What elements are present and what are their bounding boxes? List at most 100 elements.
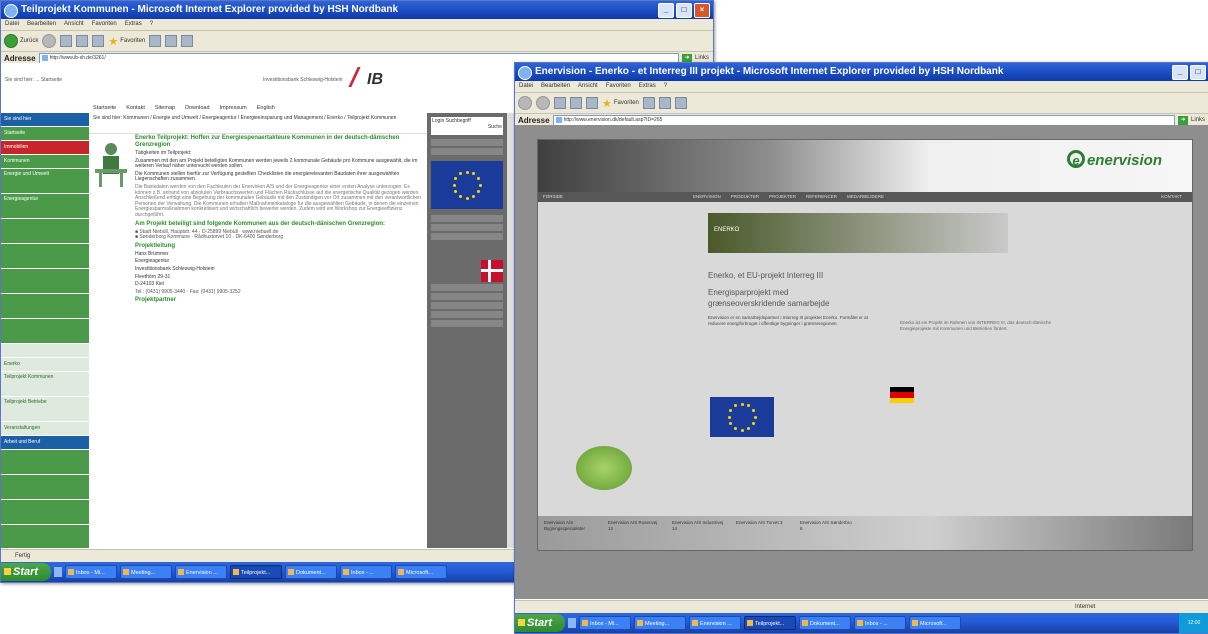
taskbar-item[interactable]: Inbox - Mi... (579, 616, 631, 630)
maximize-button[interactable]: □ (1190, 65, 1206, 80)
left-nav-item[interactable]: Kommunen (1, 155, 89, 169)
menu-edit[interactable]: Bearbeiten (541, 81, 570, 92)
right-panel-line[interactable] (431, 284, 503, 291)
back-button[interactable] (518, 96, 532, 110)
minimize-button[interactable]: _ (1172, 65, 1188, 80)
nav-kontakt[interactable]: KONTAKT (1161, 192, 1182, 202)
history-icon[interactable] (642, 97, 655, 109)
menu-view[interactable]: Ansicht (64, 19, 84, 30)
nav-sitemap[interactable]: Sitemap (155, 105, 175, 111)
nav-english[interactable]: English (257, 105, 275, 111)
back-button[interactable]: Zurück (4, 34, 38, 48)
nav-medarbejdere[interactable]: MEDARBEJDERE (847, 192, 884, 202)
nav-kontakt[interactable]: Kontakt (126, 105, 145, 111)
go-arrow-icon[interactable]: ➜ (1177, 115, 1188, 125)
mail-icon[interactable] (165, 35, 178, 47)
address-input[interactable]: http://www.enervision.dk/default.asp?ID=… (552, 114, 1175, 126)
mail-icon[interactable] (658, 97, 671, 109)
window2-titlebar[interactable]: Enervision - Enerko - et Interreg III pr… (515, 63, 1208, 81)
history-icon[interactable] (149, 35, 162, 47)
left-nav-item[interactable]: Startseite (1, 127, 89, 141)
taskbar-item[interactable]: Inbox - ... (854, 616, 906, 630)
taskbar-item[interactable]: Meeting... (634, 616, 686, 630)
refresh-icon[interactable] (76, 35, 89, 47)
nav-produkter[interactable]: PRODUKTER (731, 192, 759, 202)
left-nav-item[interactable]: Sie sind hier (1, 113, 89, 127)
minimize-button[interactable]: _ (658, 3, 674, 18)
left-nav-item[interactable] (1, 294, 89, 319)
left-nav-item-arbeit[interactable]: Arbeit und Beruf (1, 436, 89, 450)
menu-favorites[interactable]: Favoriten (92, 19, 117, 30)
quicklaunch-icon[interactable] (568, 618, 576, 628)
right-panel-line[interactable] (431, 293, 503, 300)
links-label[interactable]: Links (695, 55, 709, 61)
menu-tools[interactable]: Extras (125, 19, 142, 30)
left-nav-item-enerko[interactable]: Enerko (1, 358, 89, 372)
left-nav-item[interactable] (1, 500, 89, 525)
nav-referencer[interactable]: REFERENCER (806, 192, 837, 202)
left-nav-item[interactable] (1, 475, 89, 500)
left-nav-item[interactable] (1, 269, 89, 294)
nav-forside[interactable]: FORSIDE (543, 192, 563, 202)
favorites-button[interactable]: ★ Favoriten (602, 97, 639, 110)
menu-favorites[interactable]: Favoriten (606, 81, 631, 92)
print-icon[interactable] (181, 35, 194, 47)
start-button[interactable]: Start (515, 614, 565, 632)
taskbar-item[interactable]: Enervision ... (689, 616, 741, 630)
refresh-icon[interactable] (570, 97, 582, 109)
left-nav-item[interactable] (1, 450, 89, 475)
nav-projekter[interactable]: PROJEKTER (769, 192, 796, 202)
close-button[interactable]: × (694, 3, 710, 18)
taskbar-item[interactable]: Meeting... (120, 565, 172, 579)
favorites-button[interactable]: ★ Favoriten (108, 35, 145, 48)
taskbar-item-active[interactable]: Teilprojekt... (230, 565, 282, 579)
nav-enervision[interactable]: ENERVISION (693, 192, 721, 202)
right-panel-line[interactable] (431, 148, 503, 155)
right-panel-line[interactable] (431, 320, 503, 327)
search-button[interactable]: Suche (432, 124, 502, 130)
left-nav-item[interactable] (1, 219, 89, 244)
left-nav-item[interactable]: Energieagentur (1, 194, 89, 219)
maximize-button[interactable]: □ (676, 3, 692, 18)
links-label[interactable]: Links (1191, 117, 1205, 123)
left-nav-item[interactable]: Energie und Umwelt (1, 169, 89, 194)
right-panel-line[interactable] (431, 139, 503, 146)
left-nav-item[interactable] (1, 319, 89, 344)
left-nav-item[interactable] (1, 344, 89, 358)
left-nav-item-veranstaltungen[interactable]: Veranstaltungen (1, 422, 89, 436)
stop-icon[interactable] (60, 35, 73, 47)
right-panel-line[interactable] (431, 302, 503, 309)
taskbar-item[interactable]: Inbox - Mi... (65, 565, 117, 579)
menu-view[interactable]: Ansicht (578, 81, 598, 92)
taskbar-item[interactable]: Inbox - ... (340, 565, 392, 579)
print-icon[interactable] (674, 97, 687, 109)
forward-button[interactable] (42, 34, 57, 48)
menu-tools[interactable]: Extras (639, 81, 656, 92)
taskbar-item[interactable]: Dokument... (799, 616, 851, 630)
right-panel-line[interactable] (431, 224, 503, 231)
quicklaunch-icon[interactable] (54, 567, 62, 577)
nav-download[interactable]: Download (185, 105, 209, 111)
menu-file[interactable]: Datei (519, 81, 533, 92)
taskbar-item[interactable]: Microsoft... (909, 616, 961, 630)
menu-edit[interactable]: Bearbeiten (27, 19, 56, 30)
home-icon[interactable] (92, 35, 105, 47)
forward-button[interactable] (536, 96, 550, 110)
home-icon[interactable] (586, 97, 598, 109)
left-nav-item[interactable] (1, 244, 89, 269)
ie-window-enervision[interactable]: Enervision - Enerko - et Interreg III pr… (514, 62, 1208, 634)
nav-startseite[interactable]: Startseite (93, 105, 116, 111)
start-button[interactable]: Start (1, 563, 51, 581)
right-panel-line[interactable] (431, 311, 503, 318)
enervision-logo[interactable]: e enervision (1066, 150, 1162, 169)
taskbar-item[interactable]: Dokument... (285, 565, 337, 579)
taskbar-item[interactable]: Microsoft... (395, 565, 447, 579)
taskbar-item-active[interactable]: Teilprojekt... (744, 616, 796, 630)
window1-titlebar[interactable]: Teilprojekt Kommunen - Microsoft Interne… (1, 1, 713, 19)
left-nav-item-betriebe[interactable]: Teilprojekt Betriebe (1, 397, 89, 422)
system-tray-clock[interactable]: 12:00 (1179, 613, 1208, 633)
ib-logo[interactable]: IB (367, 71, 383, 89)
right-panel-line[interactable] (431, 233, 503, 240)
search-box[interactable]: Login Suchbegriff Suche (431, 117, 503, 135)
taskbar-item[interactable]: Enervision ... (175, 565, 227, 579)
